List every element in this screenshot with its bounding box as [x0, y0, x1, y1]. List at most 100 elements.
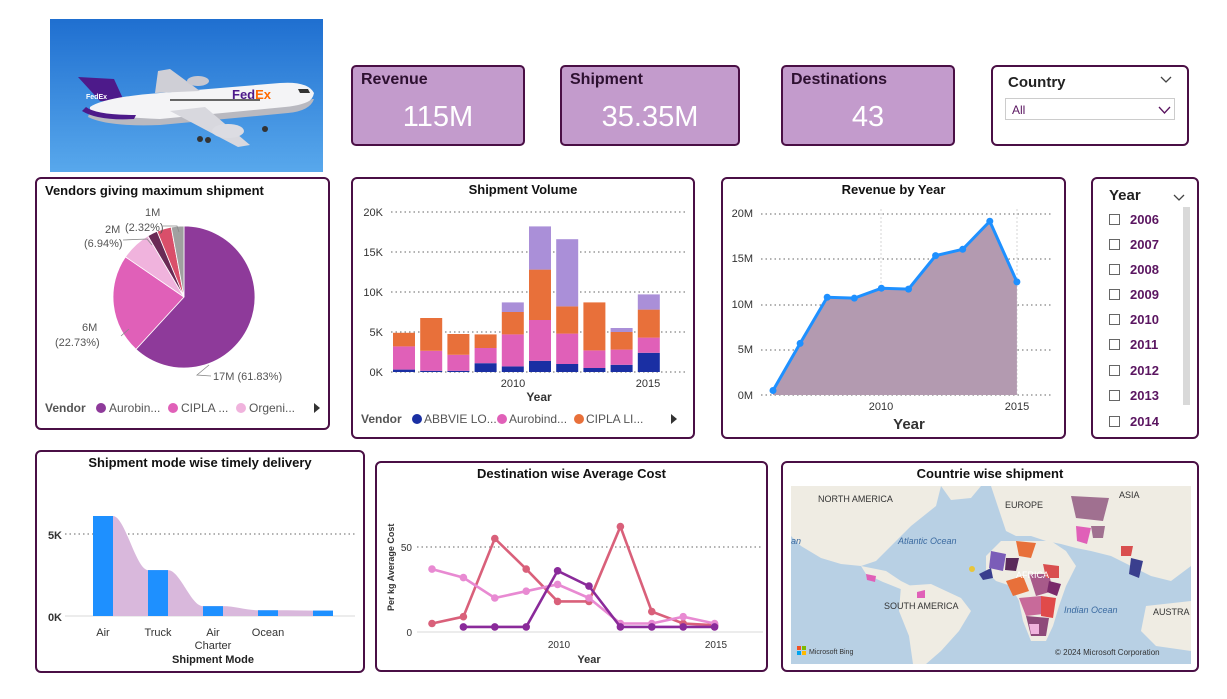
country-dropdown[interactable]: All [1005, 98, 1175, 120]
sv-legend-item-3[interactable]: CIPLA LI... [586, 412, 643, 426]
md-xtick: Air [206, 627, 220, 639]
data-point [428, 619, 436, 628]
checkbox[interactable] [1109, 214, 1120, 225]
bar-segment [637, 309, 660, 338]
year-option-2009[interactable]: 2009 [1109, 287, 1159, 302]
ry-xtick: 2015 [1005, 401, 1029, 413]
year-option-2010[interactable]: 2010 [1109, 312, 1159, 327]
year-option-2008[interactable]: 2008 [1109, 262, 1159, 277]
year-option-2014[interactable]: 2014 [1109, 414, 1159, 429]
chevron-down-icon [1158, 103, 1171, 121]
year-option-2012[interactable]: 2012 [1109, 363, 1159, 378]
bar-segment [447, 370, 470, 372]
bar-segment [501, 302, 524, 312]
pie-label-1m: 1M [145, 207, 160, 219]
year-option-2011[interactable]: 2011 [1109, 337, 1158, 352]
vendor-legend-item-1[interactable]: Aurobin... [109, 401, 160, 415]
dc-xtick: 2015 [705, 640, 728, 651]
bar-segment [610, 349, 633, 365]
greenland-land [941, 486, 981, 500]
dc-ytick: 50 [401, 543, 413, 554]
revenue-card: Revenue 115M [351, 65, 525, 146]
year-option-2013[interactable]: 2013 [1109, 388, 1159, 403]
pie-label-6m: 6M [82, 322, 97, 334]
destinations-label: Destinations [791, 71, 888, 88]
cost-line [431, 523, 715, 627]
bar-segment [637, 294, 660, 310]
map-label-austra: AUSTRA [1153, 607, 1190, 617]
shipment-card: Shipment 35.35M [560, 65, 740, 146]
mode-bar [313, 610, 333, 616]
bar-segment [501, 312, 524, 335]
world-map[interactable]: NORTH AMERICA EUROPE ASIA AFRICA SOUTH A… [791, 486, 1191, 664]
map-copyright: © 2024 Microsoft Corporation [1055, 648, 1160, 657]
checkbox[interactable] [1109, 416, 1120, 427]
map-svg: NORTH AMERICA EUROPE ASIA AFRICA SOUTH A… [791, 486, 1191, 664]
map-bing-label: Microsoft Bing [809, 649, 853, 656]
md-ytick: 0K [48, 612, 62, 624]
year-scrollbar[interactable] [1183, 207, 1190, 405]
sv-legend-item-2[interactable]: Aurobind... [509, 412, 567, 426]
sv-ytick: 10K [363, 287, 383, 299]
vendor-legend-item-2[interactable]: CIPLA ... [181, 401, 228, 415]
shipment-mode-svg: 5K 0K Air Truck Air Charter Ocean Shipme… [48, 516, 355, 666]
data-point [679, 612, 687, 621]
mode-bar [93, 516, 113, 616]
checkbox[interactable] [1109, 339, 1120, 350]
year-option-2007[interactable]: 2007 [1109, 237, 1159, 252]
ry-ytick: 5M [738, 344, 753, 356]
year-label: 2009 [1130, 287, 1159, 302]
bar-segment [447, 354, 470, 371]
data-point [932, 252, 940, 260]
bar-segment [556, 239, 579, 307]
country-dropdown-value: All [1012, 103, 1026, 117]
mode-bar [148, 570, 168, 616]
checkbox[interactable] [1109, 314, 1120, 325]
data-point [710, 623, 719, 631]
ry-ytick: 0M [738, 390, 753, 402]
dest-cost-svg: 50 0 2010 2015 Year Per kg Average Cost [386, 522, 763, 666]
bar-segment [610, 328, 633, 332]
svg-text:FedEx: FedEx [86, 94, 107, 101]
legend-swatch [96, 403, 106, 413]
ry-xlabel: Year [893, 416, 925, 433]
sv-legend-item-1[interactable]: ABBVIE LO... [424, 412, 497, 426]
data-point [1013, 278, 1021, 286]
data-point [823, 293, 831, 301]
mode-bar [258, 610, 278, 616]
bar-segment [610, 364, 633, 372]
sv-ytick: 0K [370, 367, 384, 379]
chevron-down-icon[interactable] [1160, 73, 1172, 88]
year-slicer: Year 2006 2007 2008 2009 2010 2011 2012 … [1091, 177, 1199, 439]
checkbox[interactable] [1109, 289, 1120, 300]
bar-segment [447, 334, 470, 355]
legend-next-icon[interactable] [671, 414, 677, 424]
legend-next-icon[interactable] [314, 403, 320, 413]
sv-ytick: 15K [363, 247, 383, 259]
dest-cost-card: Destination wise Average Cost 50 0 2010 … [375, 461, 768, 672]
shipment-volume-svg: 20K 15K 10K 5K 0K 2010 2015 Year Vendor … [361, 207, 685, 426]
data-point [796, 339, 804, 347]
shipment-mode-card: Shipment mode wise timely delivery 5K 0K… [35, 450, 365, 673]
legend-swatch [574, 414, 584, 424]
year-option-2006[interactable]: 2006 [1109, 212, 1159, 227]
ry-ytick: 15M [732, 253, 753, 265]
bar-segment [556, 306, 579, 334]
dc-xtick: 2010 [548, 640, 571, 651]
data-point [877, 284, 885, 292]
checkbox[interactable] [1109, 264, 1120, 275]
bar-segment [474, 363, 497, 372]
mode-bar [203, 606, 223, 616]
legend-swatch [412, 414, 422, 424]
bar-segment [637, 337, 660, 353]
year-label: 2011 [1130, 337, 1159, 352]
ry-xtick: 2010 [869, 401, 893, 413]
fedex-plane-image: FedEx FedEx [50, 19, 323, 172]
checkbox[interactable] [1109, 390, 1120, 401]
vendors-pie-svg: 17M (61.83%) 6M (22.73%) 2M (6.94%) 1M (… [45, 207, 320, 415]
data-point [522, 623, 530, 631]
checkbox[interactable] [1109, 239, 1120, 250]
vendor-legend-item-3[interactable]: Orgeni... [249, 401, 295, 415]
checkbox[interactable] [1109, 365, 1120, 376]
chevron-down-icon[interactable] [1173, 189, 1185, 207]
